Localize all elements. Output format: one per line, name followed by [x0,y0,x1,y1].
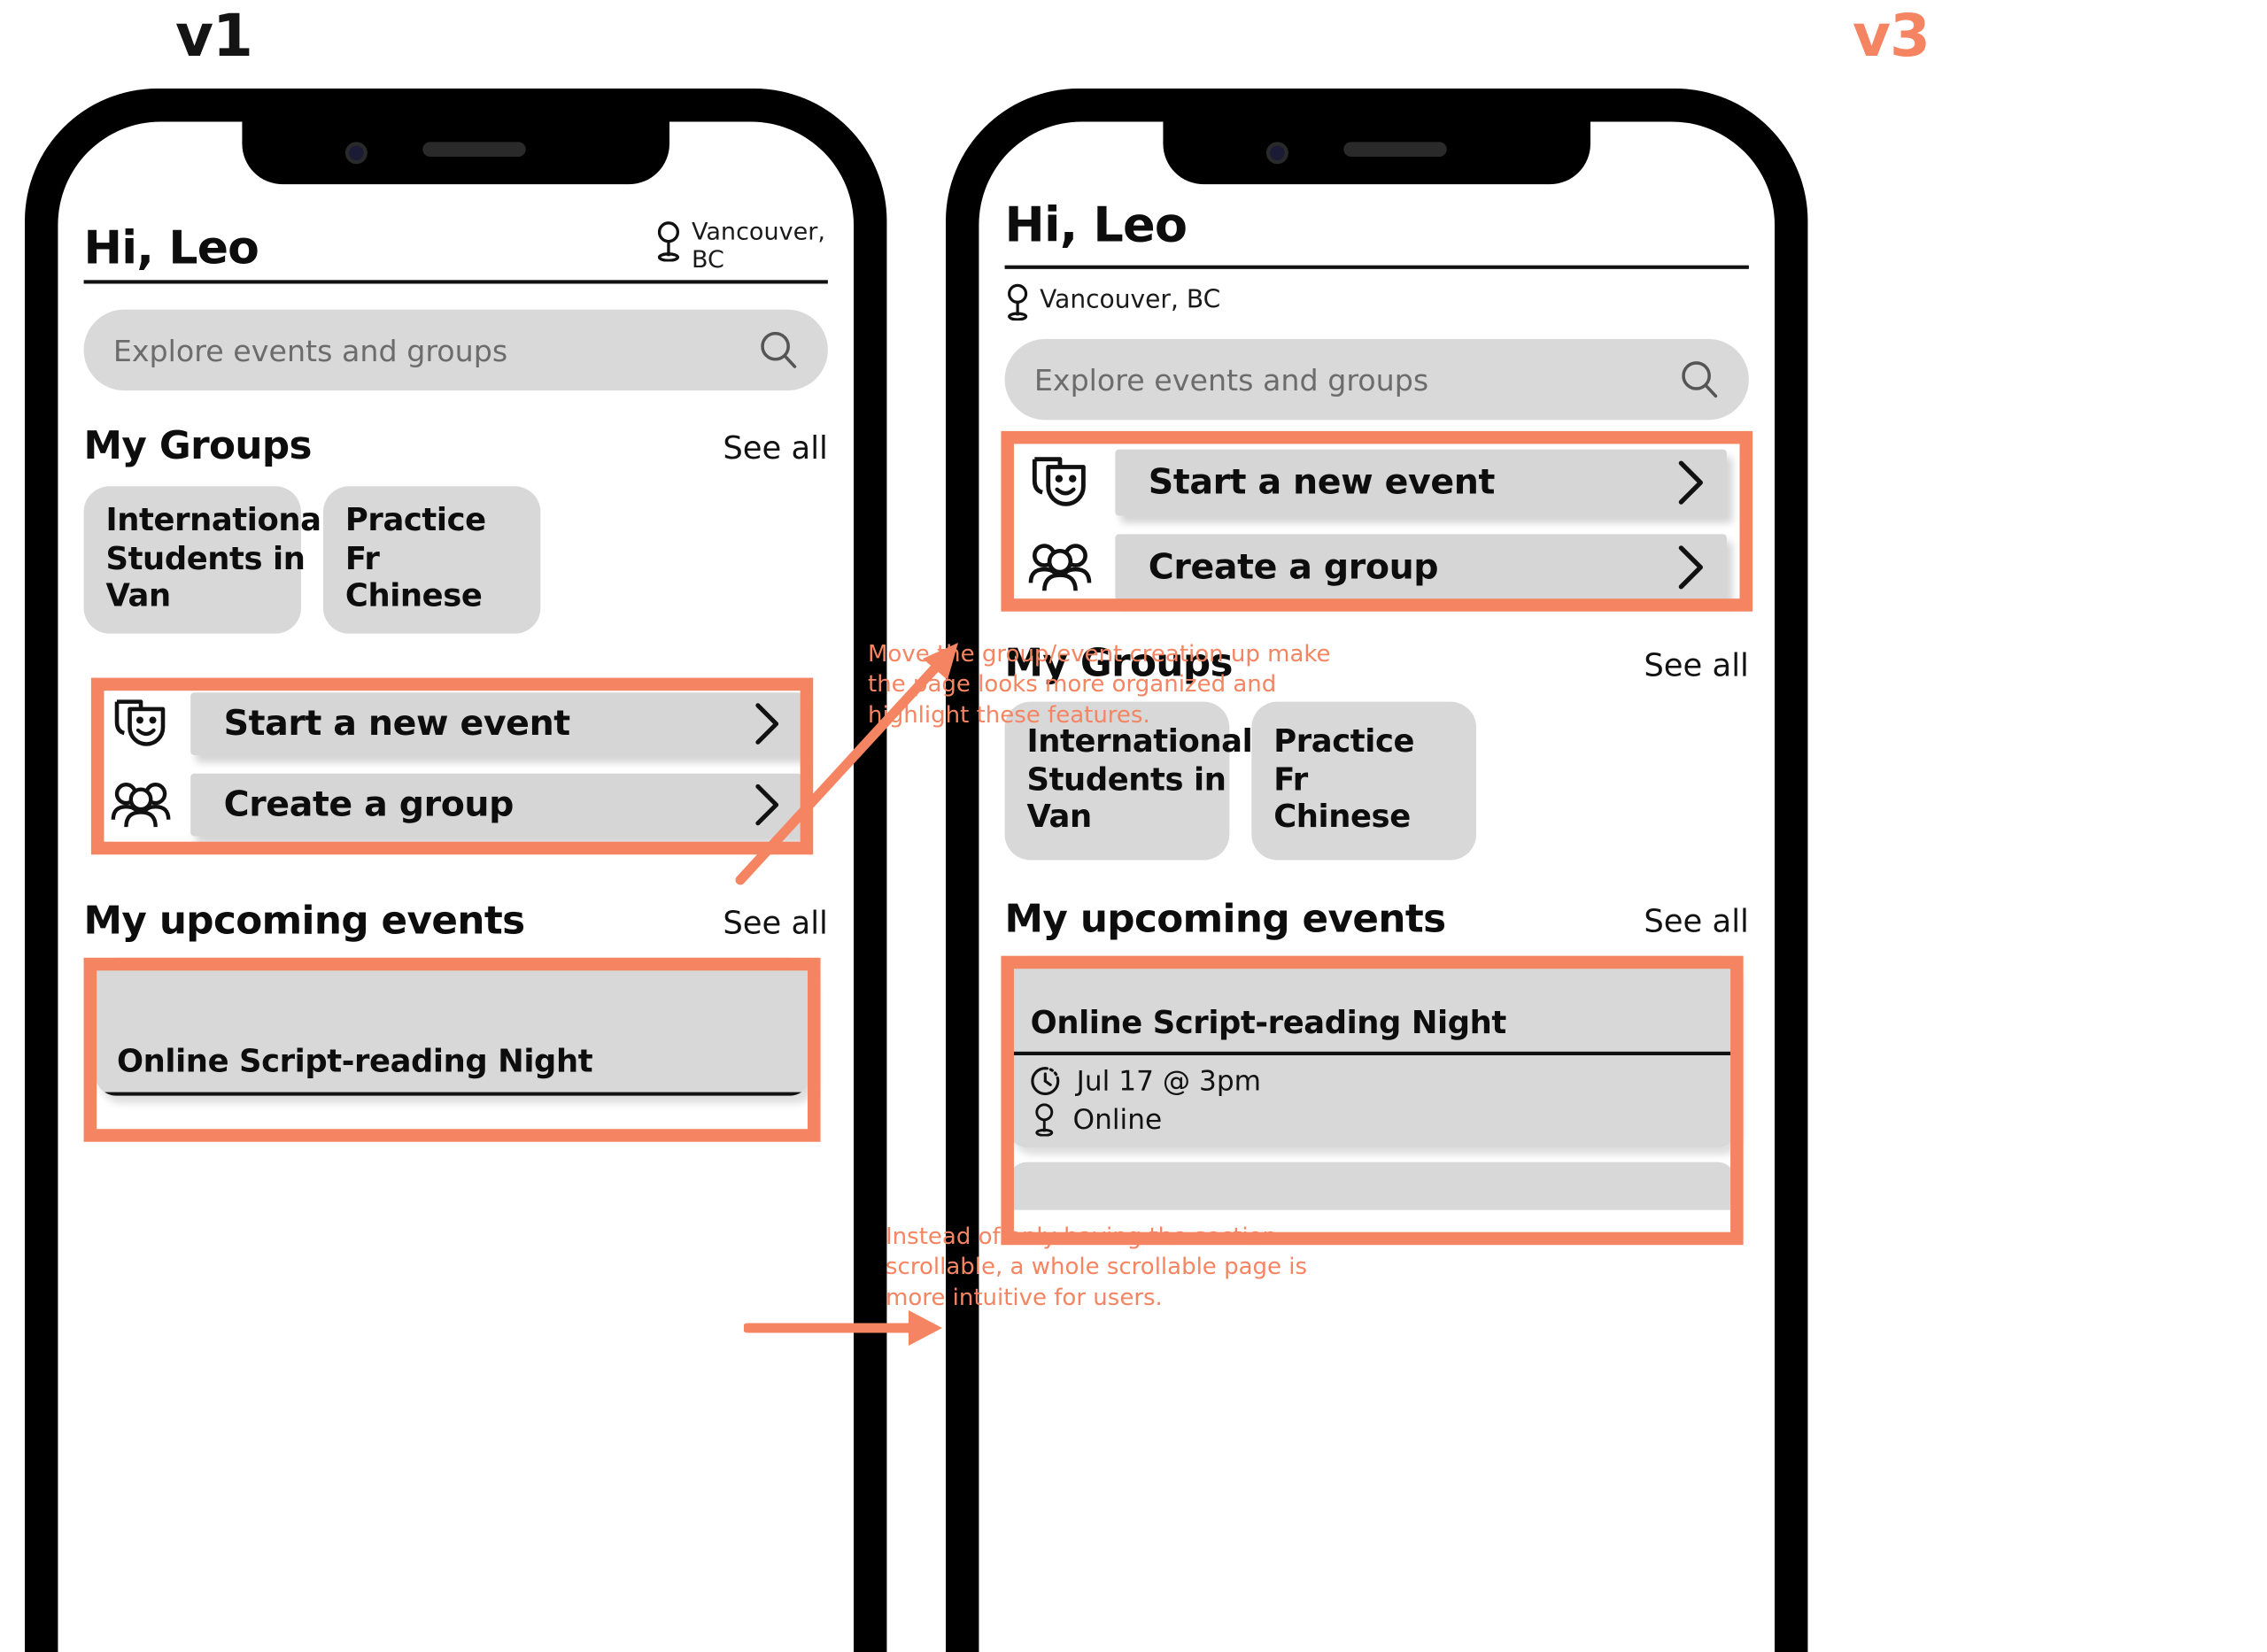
groups-see-all-link[interactable]: See all [723,431,828,468]
theater-masks-icon [1027,450,1094,516]
annotation-scrollable-page: Instead of only having the section scrol… [886,1224,1308,1311]
group-card[interactable]: International Students in Van [83,486,332,634]
search-input[interactable]: Explore events and groups [83,309,828,391]
version-label-v1: v1 [175,2,253,70]
create-group-button[interactable]: Create a group [1115,534,1727,601]
clock-icon [1031,1067,1060,1096]
header-v1: Hi, Leo Vancouver, BC [83,219,828,284]
notch-camera-icon [1265,142,1288,165]
search-placeholder: Explore events and groups [112,332,508,368]
start-event-button[interactable]: Start a new event [190,692,802,756]
group-card[interactable]: Practice Fr Chinese [322,486,541,634]
phone-screen-v3: Hi, Leo Vancouver, BC Explore events and… [979,121,1775,1652]
notch-speaker [422,142,526,157]
screen-content-v1: Hi, Leo Vancouver, BC Explore events and… [58,121,854,1142]
location-text: Vancouver, BC [691,219,825,274]
event-title: Online Script-reading Night [117,1044,593,1082]
people-group-icon [110,774,173,837]
chevron-right-icon [1678,545,1703,590]
phone-notch [1163,121,1590,185]
event-title: Online Script-reading Night [1030,1005,1507,1043]
phone-frame-v3: Hi, Leo Vancouver, BC Explore events and… [946,89,1808,1652]
phone-screen-v1: Hi, Leo Vancouver, BC Explore events and… [58,121,854,1652]
create-group-label: Create a group [223,784,515,826]
event-divider [95,1092,812,1096]
start-event-label: Start a new event [1148,462,1496,503]
phone-notch [242,121,669,185]
phone-mockup-v3: Hi, Leo Vancouver, BC Explore events and… [946,89,1808,1652]
group-card-name: Practice Fr Chinese [1273,723,1415,838]
start-event-button[interactable]: Start a new event [1115,449,1727,516]
people-group-icon [1027,534,1094,600]
groups-section-header-v1: My Groups See all [84,424,828,468]
create-group-row[interactable]: Create a group [1005,516,1749,601]
phone-frame-v1: Hi, Leo Vancouver, BC Explore events and… [25,89,887,1652]
location-pin-icon [1035,1103,1054,1137]
chevron-right-icon [755,784,779,826]
events-list-v3: Online Script-reading Night Jul 17 @ 3pm [1001,955,1749,1246]
create-group-label: Create a group [1148,546,1439,588]
location-pin-icon [1008,283,1028,321]
groups-carousel-v1[interactable]: International Students in Van Practice F… [83,486,828,634]
start-event-row[interactable]: Start a new event [1005,431,1749,516]
events-section-title: My upcoming events [1004,897,1447,942]
groups-section-title: My Groups [83,423,313,468]
greeting-title: Hi, Leo [1004,198,1188,255]
search-icon[interactable] [758,330,799,371]
create-actions-group-v1: Start a new event Create a group [84,677,828,855]
events-section-header-v3: My upcoming events See all [1005,897,1749,941]
chevron-right-icon [755,703,779,745]
annotation-move-creation-up: Move the group/event creation up make th… [868,641,1331,729]
header-v3: Hi, Leo Vancouver, BC [1004,198,1749,321]
events-see-all-link[interactable]: See all [1644,904,1749,941]
location-pin-icon [657,221,680,262]
create-group-button[interactable]: Create a group [190,773,802,837]
event-location-row: Online [1009,1098,1737,1147]
start-event-row[interactable]: Start a new event [84,678,828,756]
comparison-canvas: v1 v3 Hi, Leo Vancouver, BC Explore even… [0,0,2267,1652]
version-label-v3: v3 [1853,2,1930,70]
header-divider [83,280,828,284]
chevron-right-icon [1678,460,1703,505]
search-input[interactable]: Explore events and groups [1004,338,1749,421]
event-card[interactable]: Online Script-reading Night Jul 17 @ 3pm [1008,955,1737,1147]
groups-see-all-link[interactable]: See all [1644,648,1749,685]
search-placeholder: Explore events and groups [1033,361,1429,398]
header-divider [1004,265,1749,269]
events-section-title: My upcoming events [83,899,526,944]
group-card-name: International Students in Van [1026,723,1253,838]
notch-speaker [1343,142,1447,157]
group-card-name: Practice Fr Chinese [344,502,486,616]
create-group-row[interactable]: Create a group [84,755,828,837]
search-icon[interactable] [1679,359,1720,400]
events-section-header-v1: My upcoming events See all [84,899,828,943]
location-indicator[interactable]: Vancouver, BC [1005,283,1749,321]
location-text: Vancouver, BC [1040,286,1221,316]
group-card-name: International Students in Van [105,502,332,616]
location-indicator[interactable]: Vancouver, BC [654,219,828,275]
event-card[interactable]: Online Script-reading Night [95,957,812,1096]
events-carousel-v1: Online Script-reading Night [83,957,828,1142]
create-actions-group-v3: Start a new event Create a group [1001,430,1753,612]
phone-mockup-v1: Hi, Leo Vancouver, BC Explore events and… [25,89,887,1652]
notch-camera-icon [344,142,368,165]
greeting-title: Hi, Leo [83,220,259,275]
event-card-next-peek[interactable] [1008,1162,1737,1210]
event-time-text: Jul 17 @ 3pm [1076,1064,1262,1098]
theater-masks-icon [110,692,173,755]
event-time-row: Jul 17 @ 3pm [1009,1055,1737,1098]
start-event-label: Start a new event [223,703,571,745]
event-location-text: Online [1072,1103,1163,1137]
events-see-all-link[interactable]: See all [723,907,828,944]
